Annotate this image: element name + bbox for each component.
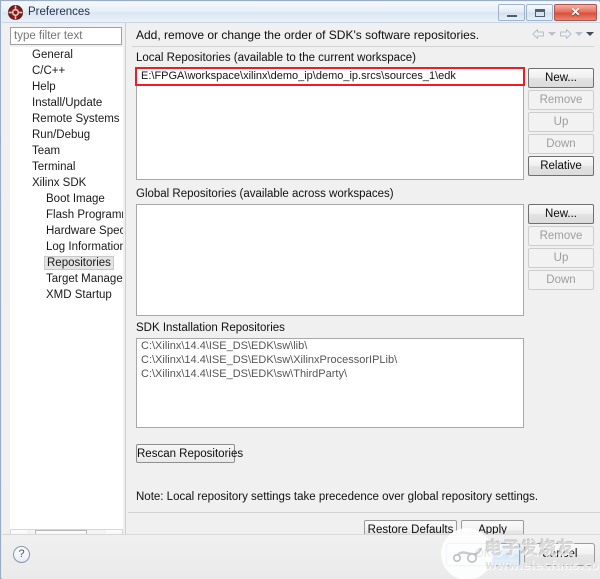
sidebar-item-label: Help (32, 81, 56, 93)
sidebar-item-label: XMD Startup (46, 289, 112, 301)
page-title: Add, remove or change the order of SDK's… (136, 28, 479, 42)
dialog-footer: ? OK Cancel (2, 534, 600, 579)
help-icon[interactable]: ? (13, 546, 30, 563)
sidebar-item-general[interactable]: General (10, 47, 123, 63)
sidebar-item-hardware-specification[interactable]: Hardware Specification (10, 223, 123, 239)
precedence-note: Note: Local repository settings take pre… (136, 491, 538, 503)
minimize-button[interactable] (498, 4, 525, 21)
sidebar-item-help[interactable]: Help (10, 79, 123, 95)
list-item: C:\Xilinx\14.4\ISE_DS\EDK\sw\XilinxProce… (137, 353, 523, 367)
sidebar-item-target-manager[interactable]: Target Manager (10, 271, 123, 287)
list-item: C:\Xilinx\14.4\ISE_DS\EDK\sw\ThirdParty\ (137, 367, 523, 381)
window-title: Preferences (28, 5, 90, 20)
global-repositories-label: Global Repositories (available across wo… (136, 188, 394, 200)
sidebar-item-label: Log Information Level (46, 241, 123, 253)
local-remove-button: Remove (528, 90, 594, 110)
pane-divider (125, 23, 126, 534)
global-remove-button: Remove (528, 226, 594, 246)
window-controls: ✕ (497, 4, 597, 21)
local-repositories-list[interactable]: E:\FPGA\workspace\xilinx\demo_ip\demo_ip… (136, 68, 524, 180)
sidebar-item-label: C/C++ (32, 65, 65, 77)
sidebar-item-xmd-startup[interactable]: XMD Startup (10, 287, 123, 303)
global-repositories-list[interactable] (136, 204, 524, 316)
global-up-button: Up (528, 248, 594, 268)
sidebar-item-label: Flash Programming (46, 209, 123, 221)
sidebar-item-label: Remote Systems (32, 113, 120, 125)
local-relative-button[interactable]: Relative (528, 156, 594, 176)
sidebar-item-label: Install/Update (32, 97, 102, 109)
title-separator (132, 46, 594, 47)
view-menu-chevron-down-icon[interactable] (586, 32, 594, 36)
sdk-installation-label: SDK Installation Repositories (136, 322, 285, 334)
title-bar: Preferences ✕ (2, 2, 600, 23)
close-button[interactable]: ✕ (554, 4, 597, 21)
sidebar-item-xilinx-sdk[interactable]: Xilinx SDK (10, 175, 123, 191)
sidebar-item-boot-image[interactable]: Boot Image (10, 191, 123, 207)
sidebar-item-run-debug[interactable]: Run/Debug (10, 127, 123, 143)
dialog-body: General C/C++ Help Install/Update Remote Sys… (2, 23, 600, 534)
sidebar-item-c-c[interactable]: C/C++ (10, 63, 123, 79)
list-item[interactable]: E:\FPGA\workspace\xilinx\demo_ip\demo_ip… (137, 69, 523, 83)
minimize-icon (507, 15, 517, 17)
sidebar-item-label: General (32, 49, 73, 61)
sidebar-item-remote-systems[interactable]: Remote Systems (10, 111, 123, 127)
sidebar-item-repositories[interactable]: Repositories (10, 255, 123, 271)
local-down-button: Down (528, 134, 594, 154)
page-footer-separator (128, 512, 600, 513)
sidebar-item-label: Terminal (32, 161, 75, 173)
sidebar-item-label: Hardware Specification (46, 225, 123, 237)
filter-input[interactable] (10, 27, 122, 45)
close-icon: ✕ (555, 5, 596, 20)
global-new-button[interactable]: New... (528, 204, 594, 224)
rescan-repositories-button[interactable]: Rescan Repositories (136, 444, 235, 463)
local-repositories-label: Local Repositories (available to the cur… (136, 52, 416, 64)
sidebar-item-label: Run/Debug (32, 129, 90, 141)
back-history-chevron-down-icon[interactable] (548, 32, 556, 36)
global-down-button: Down (528, 270, 594, 290)
local-new-button[interactable]: New... (528, 68, 594, 88)
eclipse-preferences-icon (8, 5, 23, 20)
sidebar-item-label: Repositories (44, 256, 114, 270)
local-up-button: Up (528, 112, 594, 132)
preference-page: Add, remove or change the order of SDK's… (128, 23, 600, 534)
sdk-installation-list: C:\Xilinx\14.4\ISE_DS\EDK\sw\lib\C:\Xili… (136, 338, 524, 428)
list-item: C:\Xilinx\14.4\ISE_DS\EDK\sw\lib\ (137, 339, 523, 353)
maximize-icon (535, 9, 545, 17)
back-arrow-icon[interactable] (532, 28, 545, 40)
sidebar-item-team[interactable]: Team (10, 143, 123, 159)
forward-arrow-icon[interactable] (559, 28, 572, 40)
preferences-dialog-screenshot: Preferences ✕ General C/C++ Help Install/Up… (0, 0, 600, 579)
sidebar-item-label: Xilinx SDK (32, 177, 86, 189)
cancel-button[interactable]: Cancel (524, 543, 595, 566)
preferences-tree[interactable]: General C/C++ Help Install/Update Remote Sys… (10, 47, 123, 529)
sidebar-item-log-information-level[interactable]: Log Information Level (10, 239, 123, 255)
preferences-window: Preferences ✕ General C/C++ Help Install/Up… (0, 0, 600, 579)
sidebar-item-install-update[interactable]: Install/Update (10, 95, 123, 111)
sidebar-item-terminal[interactable]: Terminal (10, 159, 123, 175)
sidebar-item-flash-programming[interactable]: Flash Programming (10, 207, 123, 223)
page-navigation (532, 28, 594, 40)
sidebar-item-label: Team (32, 145, 60, 157)
forward-history-chevron-down-icon[interactable] (575, 32, 583, 36)
maximize-button[interactable] (526, 4, 553, 21)
sidebar-item-label: Boot Image (46, 193, 105, 205)
sidebar-item-label: Target Manager (46, 273, 123, 285)
ok-button[interactable]: OK (446, 543, 520, 566)
